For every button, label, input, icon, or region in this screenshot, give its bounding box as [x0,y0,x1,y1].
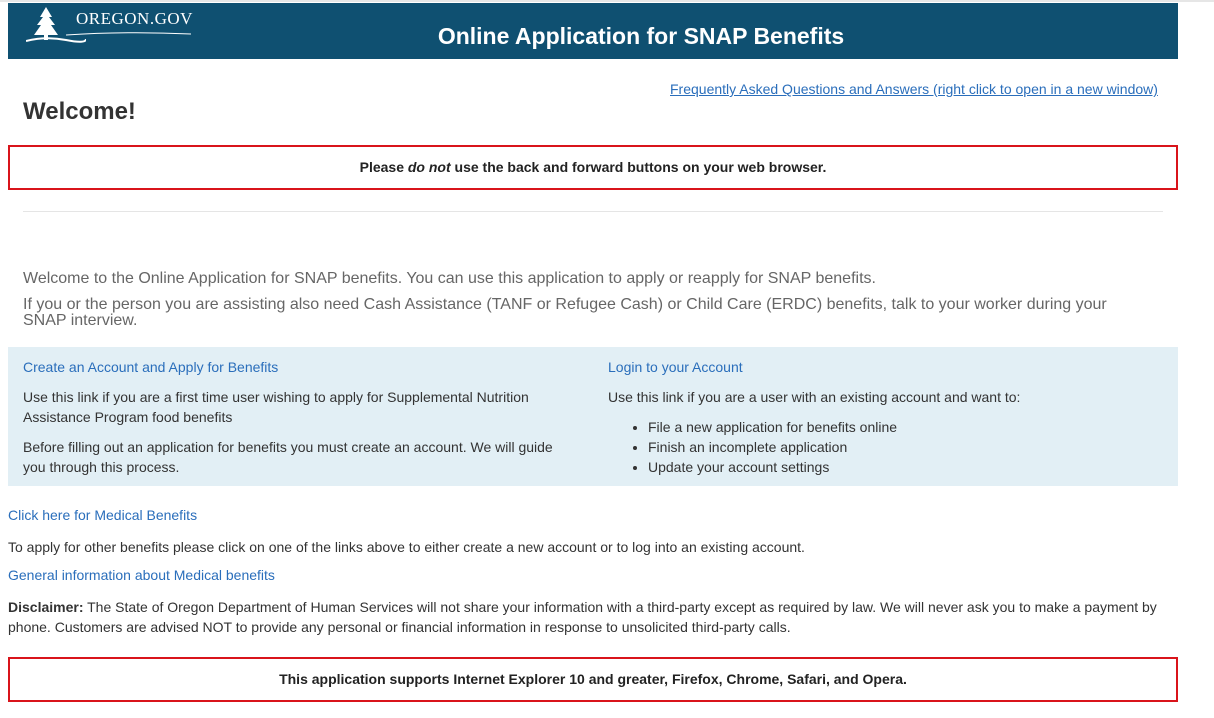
general-medical-info-link[interactable]: General information about Medical benefi… [8,567,275,583]
create-account-link[interactable]: Create an Account and Apply for Benefits [23,359,278,375]
disclaimer-label: Disclaimer: [8,599,84,615]
login-description: Use this link if you are a user with an … [608,389,1021,405]
welcome-heading: Welcome! [23,98,136,125]
list-item: Finish an incomplete application [648,437,897,457]
account-options-panel: Create an Account and Apply for Benefits… [8,347,1178,486]
intro-line-1: Welcome to the Online Application for SN… [23,270,876,287]
create-account-description: Use this link if you are a first time us… [23,389,529,425]
login-options-list: File a new application for benefits onli… [608,417,897,477]
browser-support-notice: This application supports Internet Explo… [8,657,1178,702]
disclaimer-text: The State of Oregon Department of Human … [8,599,1157,635]
faq-link[interactable]: Frequently Asked Questions and Answers (… [670,81,1158,97]
header-banner: OREGON.GOV Online Application for SNAP B… [8,3,1178,59]
login-link[interactable]: Login to your Account [608,359,743,375]
section-divider [23,211,1163,212]
warning-text-start: Please [359,159,408,175]
medical-benefits-link[interactable]: Click here for Medical Benefits [8,507,197,523]
list-item: Update your account settings [648,457,897,477]
page-title: Online Application for SNAP Benefits [437,23,845,49]
warning-text-end: use the back and forward buttons on your… [450,159,827,175]
other-benefits-text: To apply for other benefits please click… [8,539,805,555]
create-account-guidance: Before filling out an application for be… [23,439,553,475]
disclaimer: Disclaimer: The State of Oregon Departme… [8,597,1178,637]
intro-line-2: If you or the person you are assisting a… [23,296,1107,329]
warning-emphasis: do not [407,159,451,175]
list-item: File a new application for benefits onli… [648,417,897,437]
page-top-border [0,0,1214,2]
browser-navigation-warning: Please do not use the back and forward b… [8,145,1178,190]
